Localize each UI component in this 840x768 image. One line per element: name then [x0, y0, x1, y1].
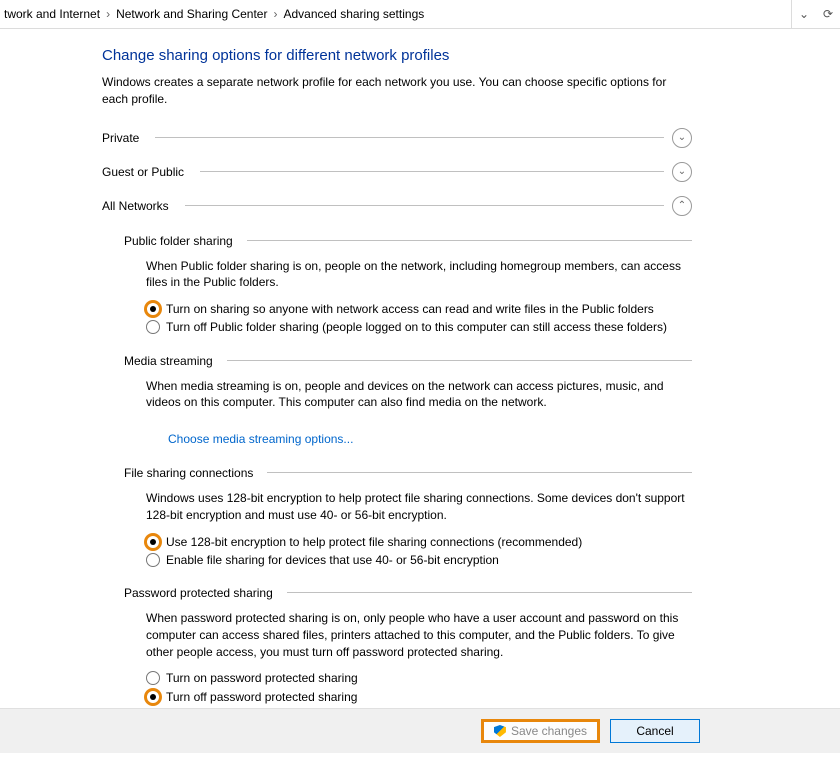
profile-all-networks-header[interactable]: All Networks ⌃	[102, 196, 692, 216]
media-streaming-options-link[interactable]: Choose media streaming options...	[168, 431, 353, 448]
radio-password-on[interactable]	[146, 671, 160, 685]
section-heading: Media streaming	[124, 354, 221, 368]
radio-label[interactable]: Turn off password protected sharing	[166, 689, 357, 705]
divider	[185, 205, 664, 206]
section-heading: Password protected sharing	[124, 586, 281, 600]
page-intro: Windows creates a separate network profi…	[102, 74, 692, 108]
radio-label[interactable]: Use 128-bit encryption to help protect f…	[166, 534, 582, 550]
breadcrumb[interactable]: twork and Internet › Network and Sharing…	[0, 0, 792, 28]
section-media-desc: When media streaming is on, people and d…	[146, 378, 692, 412]
profile-label: Private	[102, 131, 147, 145]
radio-public-folder-on[interactable]	[146, 302, 160, 316]
divider	[227, 360, 692, 361]
chevron-down-icon[interactable]: ⌄	[672, 162, 692, 182]
button-label: Save changes	[511, 724, 587, 738]
divider	[267, 472, 692, 473]
password-radio-group: Turn on password protected sharing Turn …	[146, 670, 692, 704]
divider	[155, 137, 664, 138]
section-password-header: Password protected sharing	[124, 586, 692, 600]
content-area: Change sharing options for different net…	[0, 29, 840, 727]
divider	[200, 171, 664, 172]
chevron-down-icon[interactable]: ⌄	[672, 128, 692, 148]
divider	[287, 592, 692, 593]
page-title: Change sharing options for different net…	[102, 47, 692, 64]
radio-label[interactable]: Turn on password protected sharing	[166, 670, 358, 686]
breadcrumb-item[interactable]: twork and Internet	[4, 7, 100, 21]
chevron-right-icon: ›	[273, 7, 277, 21]
section-public-folder-header: Public folder sharing	[124, 234, 692, 248]
radio-label[interactable]: Turn on sharing so anyone with network a…	[166, 301, 654, 317]
radio-label[interactable]: Enable file sharing for devices that use…	[166, 552, 499, 568]
section-media-header: Media streaming	[124, 354, 692, 368]
divider	[247, 240, 692, 241]
section-file-enc-header: File sharing connections	[124, 466, 692, 480]
save-changes-button[interactable]: Save changes	[481, 719, 600, 743]
radio-enc-40[interactable]	[146, 553, 160, 567]
profile-guest-header[interactable]: Guest or Public ⌄	[102, 162, 692, 182]
radio-label[interactable]: Turn off Public folder sharing (people l…	[166, 319, 667, 335]
radio-password-off[interactable]	[146, 690, 160, 704]
section-file-enc-desc: Windows uses 128-bit encryption to help …	[146, 490, 692, 524]
section-public-folder-desc: When Public folder sharing is on, people…	[146, 258, 692, 292]
radio-enc-128[interactable]	[146, 535, 160, 549]
chevron-right-icon: ›	[106, 7, 110, 21]
shield-icon	[494, 725, 506, 737]
history-dropdown-button[interactable]: ⌄	[792, 0, 816, 28]
refresh-button[interactable]: ⟳	[816, 0, 840, 28]
address-bar: twork and Internet › Network and Sharing…	[0, 0, 840, 29]
public-folder-radio-group: Turn on sharing so anyone with network a…	[146, 301, 692, 335]
profile-all-networks-body: Public folder sharing When Public folder…	[124, 234, 692, 705]
chevron-up-icon[interactable]: ⌃	[672, 196, 692, 216]
profile-label: All Networks	[102, 199, 177, 213]
profile-private-header[interactable]: Private ⌄	[102, 128, 692, 148]
breadcrumb-item[interactable]: Network and Sharing Center	[116, 7, 267, 21]
breadcrumb-item[interactable]: Advanced sharing settings	[283, 7, 424, 21]
cancel-button[interactable]: Cancel	[610, 719, 700, 743]
button-label: Cancel	[636, 724, 673, 738]
profile-label: Guest or Public	[102, 165, 192, 179]
radio-public-folder-off[interactable]	[146, 320, 160, 334]
footer-button-bar: Save changes Cancel	[0, 708, 840, 753]
file-enc-radio-group: Use 128-bit encryption to help protect f…	[146, 534, 692, 568]
section-heading: File sharing connections	[124, 466, 261, 480]
section-heading: Public folder sharing	[124, 234, 241, 248]
section-password-desc: When password protected sharing is on, o…	[146, 610, 692, 660]
